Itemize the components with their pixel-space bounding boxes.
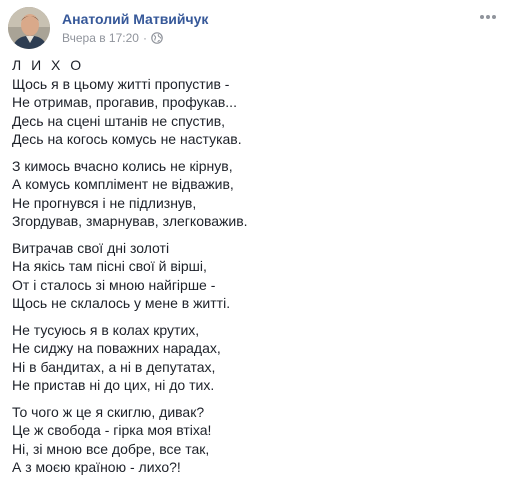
globe-icon[interactable] [151, 32, 163, 44]
poem-line: Не отримав, прогавив, профукав... [12, 94, 237, 110]
poem-line: Витрачав свої дні золоті [12, 239, 170, 256]
post-header: Анатолий Матвийчук Вчера в 17:20 · [8, 7, 498, 49]
poem-line: Це ж свобода - гірка моя втіха! [12, 422, 212, 438]
meta-separator: · [142, 31, 147, 45]
poem-line: Десь на сцені штанів не спустив, [12, 112, 226, 129]
facebook-post: Анатолий Матвийчук Вчера в 17:20 · Л И Х… [0, 0, 506, 485]
author-avatar[interactable] [8, 7, 50, 49]
poem-line: Щось не склалось у мене в житті. [12, 295, 231, 311]
more-options-icon[interactable] [478, 10, 498, 22]
poem-line: На якісь там пісні свої й вірші, [12, 258, 207, 274]
poem-line: От і сталось зі мною найгірше - [12, 276, 216, 293]
poem-stanza: Не тусуюсь я в колах крутих, Не сиджу на… [12, 321, 492, 395]
poem-line: А комусь комплімент не відважив, [12, 176, 234, 192]
poem-stanza: Щось я в цьому житті пропустив - Не отри… [12, 75, 492, 149]
poem-line: Не тусуюсь я в колах крутих, [12, 321, 200, 338]
poem-stanza: З кимось вчасно колись не кірнув, А кому… [12, 157, 492, 231]
poem-line: Ні в бандитах, а ні в депутатах, [12, 358, 216, 375]
poem-line: То чого ж це я скиглю, дивак? [12, 403, 205, 420]
poem-title: Л И Х О [12, 57, 85, 73]
poem-line: Не прогнувся і не підлизнув, [12, 194, 197, 211]
poem-line: Щось я в цьому житті пропустив - [12, 75, 230, 92]
poem-line: А з моєю країною - лихо?! [12, 459, 181, 475]
poem-line: Ні, зі мною все добре, все так, [12, 440, 210, 457]
poem-line: Десь на когось комусь не настукав. [12, 131, 242, 147]
post-timestamp[interactable]: Вчера в 17:20 [62, 31, 139, 45]
avatar-photo [8, 7, 50, 49]
author-name-link[interactable]: Анатолий Матвийчук [62, 11, 208, 27]
post-meta: Вчера в 17:20 · [62, 31, 163, 45]
poem-line: З кимось вчасно колись не кірнув, [12, 157, 233, 174]
poem-stanza: То чого ж це я скиглю, дивак? Це ж свобо… [12, 403, 492, 477]
poem-line: Не пристав ні до цих, ні до тих. [12, 377, 215, 393]
poem-line: Не сиджу на поважних нарадах, [12, 340, 221, 356]
poem-stanza: Витрачав свої дні золоті На якісь там пі… [12, 239, 492, 313]
poem-line: Згордував, змарнував, злегковажив. [12, 213, 248, 229]
post-text: Л И Х О Щось я в цьому житті пропустив -… [12, 56, 492, 485]
